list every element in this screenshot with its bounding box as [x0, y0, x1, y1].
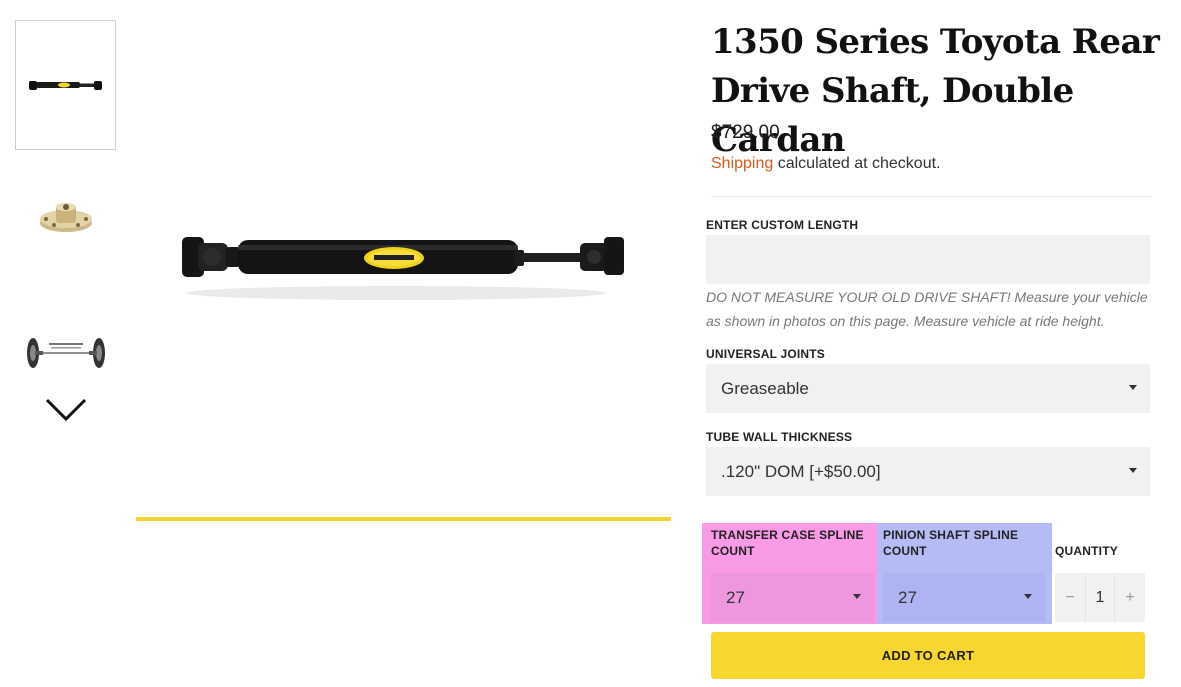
custom-length-input[interactable] [706, 235, 1150, 284]
main-product-image[interactable] [136, 20, 671, 510]
pinion-shaft-spline-value: 27 [898, 587, 917, 607]
transfer-case-spline-label: TRANSFER CASE SPLINE COUNT [711, 528, 864, 558]
pinion-shaft-spline-label: PINION SHAFT SPLINE COUNT [883, 528, 1019, 558]
caret-down-icon [1129, 385, 1137, 390]
universal-joints-label: UNIVERSAL JOINTS [706, 347, 825, 361]
transfer-case-spline-value: 27 [726, 587, 745, 607]
tube-wall-value: .120" DOM [+$50.00] [721, 461, 881, 481]
yoke-flange-thumbnail-icon [39, 203, 92, 232]
drive-shaft-thumbnail-icon [28, 81, 102, 90]
tube-wall-select[interactable]: .120" DOM [+$50.00] [706, 447, 1150, 496]
thumbnail-drive-shaft[interactable] [15, 20, 116, 150]
shipping-note: Shipping calculated at checkout. [711, 155, 941, 173]
quantity-decrease-button[interactable]: − [1055, 573, 1085, 622]
quantity-increase-button[interactable]: + [1115, 573, 1145, 622]
image-progress-bar [136, 517, 671, 521]
quantity-stepper: − + [1055, 573, 1145, 622]
shipping-suffix: calculated at checkout. [773, 155, 941, 172]
thumbnails-next-button[interactable] [44, 396, 88, 424]
transfer-case-spline-select[interactable]: 27 [711, 573, 874, 622]
divider [711, 196, 1152, 197]
caret-down-icon [853, 594, 861, 599]
thumbnail-measurement-diagram[interactable] [15, 325, 116, 381]
chevron-down-icon [45, 398, 87, 422]
add-to-cart-button[interactable]: ADD TO CART [711, 632, 1145, 679]
drive-shaft-image [182, 237, 624, 300]
caret-down-icon [1129, 468, 1137, 473]
custom-length-hint: DO NOT MEASURE YOUR OLD DRIVE SHAFT! Mea… [706, 289, 1148, 329]
product-title: 1350 Series Toyota Rear Drive Shaft, Dou… [711, 22, 1160, 160]
quantity-label: QUANTITY [1055, 544, 1118, 558]
measurement-diagram-thumbnail-icon [26, 338, 105, 368]
shipping-link[interactable]: Shipping [711, 155, 773, 172]
quantity-input[interactable] [1085, 573, 1115, 622]
universal-joints-value: Greaseable [721, 378, 809, 398]
tube-wall-label: TUBE WALL THICKNESS [706, 430, 853, 444]
custom-length-label: ENTER CUSTOM LENGTH [706, 218, 859, 232]
pinion-shaft-spline-select[interactable]: 27 [883, 573, 1045, 622]
caret-down-icon [1024, 594, 1032, 599]
product-price: $729.00 [711, 122, 780, 143]
universal-joints-select[interactable]: Greaseable [706, 364, 1150, 413]
thumbnail-yoke-flange[interactable] [15, 190, 116, 252]
